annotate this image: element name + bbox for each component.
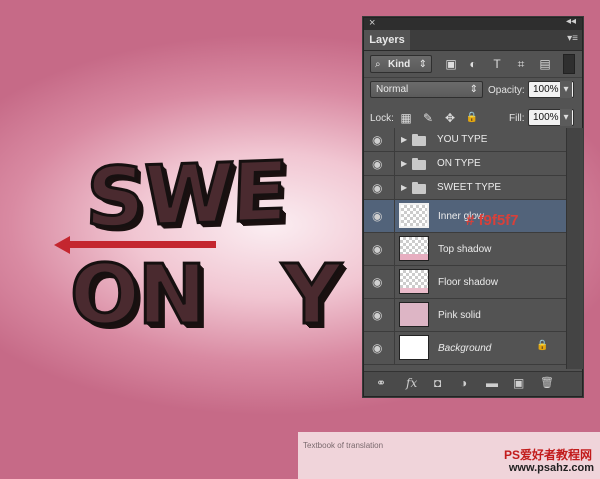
lock-label: Lock: — [370, 113, 394, 124]
trash-icon[interactable]: 🗑 — [540, 376, 554, 389]
shape-filter-icon[interactable]: ⌗ — [514, 57, 528, 71]
opacity-field[interactable]: 100% ▾ — [528, 81, 574, 98]
layers-panel: × ◂◂ Layers ▾≡ ⌕ Kind ⇕ ▣ ◐ T ⌗ ▤ Normal… — [363, 16, 583, 397]
tab-layers[interactable]: Layers — [364, 30, 410, 50]
opacity-label: Opacity: — [488, 85, 525, 96]
watermark-site-name: PS爱好者教程网 — [503, 448, 592, 462]
layer-pink-solid[interactable]: ◉ Pink solid — [364, 299, 566, 332]
annotation-arrow-head — [54, 236, 70, 254]
layer-name: Floor shadow — [438, 277, 499, 288]
layer-name: ON TYPE — [437, 158, 481, 169]
new-layer-icon[interactable]: ▣ — [513, 376, 524, 390]
layers-scrollbar[interactable] — [566, 128, 583, 369]
layer-name: SWEET TYPE — [437, 182, 502, 193]
separator — [394, 266, 395, 298]
fill-dropdown-icon[interactable]: ▾ — [560, 109, 572, 126]
fill-value: 100% — [533, 112, 559, 123]
lock-all-icon[interactable]: 🔒 — [465, 111, 479, 125]
layer-top-shadow[interactable]: ◉ Top shadow — [364, 233, 566, 266]
panel-tab-bar: Layers ▾≡ — [364, 30, 582, 51]
you-text-art: Y — [280, 247, 342, 345]
layers-bottom-toolbar: ⚭ fx ◘ ◑ ▬ ▣ 🗑 — [364, 371, 582, 396]
separator — [394, 233, 395, 265]
fx-icon[interactable]: fx — [406, 376, 417, 390]
layer-thumbnail — [399, 203, 429, 228]
panel-menu-icon[interactable]: ▾≡ — [567, 33, 578, 44]
layers-list: ◉ ▶ YOU TYPE ◉ ▶ ON TYPE ◉ ▶ SWEET TYPE … — [364, 128, 566, 365]
visibility-eye-icon[interactable]: ◉ — [372, 275, 382, 289]
folder-icon — [412, 134, 426, 146]
blend-mode-arrow-icon: ⇕ — [469, 84, 478, 95]
visibility-eye-icon[interactable]: ◉ — [372, 157, 382, 171]
layer-name: Pink solid — [438, 310, 481, 321]
layer-thumbnail — [399, 302, 429, 327]
lock-icon: 🔒 — [536, 340, 549, 351]
separator — [364, 77, 582, 78]
layer-inner-glow[interactable]: ◉ Inner glow — [364, 200, 566, 233]
separator — [394, 200, 395, 232]
fill-label: Fill: — [509, 113, 525, 124]
separator — [394, 299, 395, 331]
filter-kind-select[interactable]: ⌕ Kind ⇕ — [370, 55, 432, 73]
blend-mode-value: Normal — [376, 84, 409, 95]
layer-name: Top shadow — [438, 244, 492, 255]
layer-floor-shadow[interactable]: ◉ Floor shadow — [364, 266, 566, 299]
sweet-text-art: SWE — [83, 143, 289, 248]
watermark-url: www.psahz.com — [508, 462, 594, 474]
expand-arrow-icon[interactable]: ▶ — [401, 183, 407, 192]
type-filter-icon[interactable]: T — [490, 57, 504, 71]
collapse-icon[interactable]: ◂◂ — [566, 16, 576, 27]
lock-position-icon[interactable]: ✥ — [443, 111, 457, 125]
visibility-eye-icon[interactable]: ◉ — [372, 133, 382, 147]
new-group-icon[interactable]: ▬ — [486, 376, 498, 390]
layer-group-sweet-type[interactable]: ◉ ▶ SWEET TYPE — [364, 176, 566, 200]
layer-thumbnail — [399, 269, 429, 294]
visibility-eye-icon[interactable]: ◉ — [372, 341, 382, 355]
visibility-eye-icon[interactable]: ◉ — [372, 181, 382, 195]
link-layers-icon[interactable]: ⚭ — [376, 376, 386, 390]
blend-mode-select[interactable]: Normal ⇕ — [370, 81, 483, 98]
opacity-dropdown-icon[interactable]: ▾ — [560, 81, 572, 98]
layer-group-on-type[interactable]: ◉ ▶ ON TYPE — [364, 152, 566, 176]
annotation-arrow-line — [66, 241, 216, 248]
folder-icon — [412, 182, 426, 194]
filter-toggle-switch[interactable] — [563, 54, 575, 74]
separator — [394, 332, 395, 364]
layer-thumbnail — [399, 335, 429, 360]
filter-kind-label: Kind — [388, 59, 411, 70]
search-icon: ⌕ — [375, 59, 381, 70]
expand-arrow-icon[interactable]: ▶ — [401, 159, 407, 168]
on-text-art: ON — [68, 247, 207, 345]
layer-background[interactable]: ◉ Background 🔒 — [364, 332, 566, 365]
expand-arrow-icon[interactable]: ▶ — [401, 135, 407, 144]
add-mask-icon[interactable]: ◘ — [434, 376, 441, 390]
folder-icon — [412, 158, 426, 170]
close-icon[interactable]: × — [369, 17, 375, 29]
visibility-eye-icon[interactable]: ◉ — [372, 209, 382, 223]
lock-image-icon[interactable]: ✎ — [421, 111, 435, 125]
smart-object-filter-icon[interactable]: ▤ — [538, 57, 552, 71]
opacity-value: 100% — [533, 84, 559, 95]
layer-name: YOU TYPE — [437, 134, 488, 145]
pixel-filter-icon[interactable]: ▣ — [444, 57, 458, 71]
visibility-eye-icon[interactable]: ◉ — [372, 308, 382, 322]
layer-group-you-type[interactable]: ◉ ▶ YOU TYPE — [364, 128, 566, 152]
adjustment-layer-icon[interactable]: ◑ — [460, 376, 467, 390]
layer-name: Background — [438, 343, 492, 354]
adjustment-filter-icon[interactable]: ◐ — [466, 57, 480, 71]
fill-field[interactable]: 100% ▾ — [528, 109, 574, 126]
layer-thumbnail — [399, 236, 429, 261]
color-hex-annotation: # f9f5f7 — [466, 212, 519, 229]
separator — [394, 152, 395, 175]
separator — [394, 176, 395, 199]
panel-title-bar: × ◂◂ — [364, 16, 582, 30]
filter-arrow-icon: ⇕ — [418, 59, 427, 70]
caption-text: Textbook of translation — [303, 441, 384, 450]
visibility-eye-icon[interactable]: ◉ — [372, 242, 382, 256]
lock-transparent-icon[interactable]: ▦ — [399, 111, 413, 125]
separator — [394, 128, 395, 151]
